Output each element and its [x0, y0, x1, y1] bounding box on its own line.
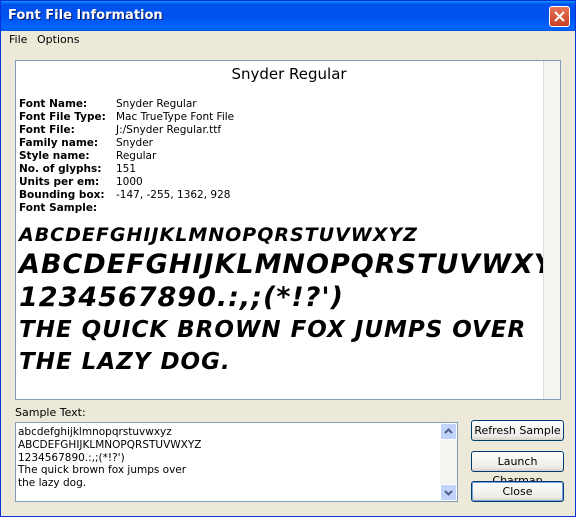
info-label: Units per em:	[19, 176, 100, 188]
preview-scrollbar[interactable]	[543, 61, 560, 399]
refresh-sample-button[interactable]: Refresh Sample	[471, 420, 564, 441]
sample-text-area[interactable]: abcdefghijklmnopqrstuvwxyz ABCDEFGHIJKLM…	[15, 422, 458, 502]
info-label: Font Name:	[19, 98, 88, 110]
font-display-name: Snyder Regular	[231, 65, 347, 83]
info-label: Font File Type:	[19, 111, 106, 123]
info-value: Snyder	[116, 137, 153, 149]
chevron-up-icon	[444, 428, 453, 434]
info-value: 151	[116, 163, 137, 175]
info-label: Font Sample:	[19, 202, 98, 214]
window-title: Font File Information	[8, 8, 163, 23]
menu-options[interactable]: Options	[37, 33, 79, 46]
info-value: -147, -255, 1362, 928	[116, 189, 231, 201]
info-value: Mac TrueType Font File	[116, 111, 235, 123]
sample-text-scrollbar[interactable]	[440, 423, 457, 501]
info-value: Snyder Regular	[116, 98, 197, 110]
sample-text-label: Sample Text:	[15, 406, 86, 419]
scroll-up-button[interactable]	[440, 423, 457, 440]
close-button[interactable]: Close	[471, 481, 564, 502]
close-window-button[interactable]	[549, 6, 570, 27]
chevron-down-icon	[444, 490, 453, 496]
info-label: Family name:	[19, 137, 99, 149]
menu-bar: File Options	[1, 31, 575, 49]
info-value: Regular	[116, 150, 157, 162]
font-sample-line: 1234567890.:,;(*!?')	[19, 282, 345, 313]
font-sample-line: THE LAZY DOG.	[19, 349, 231, 375]
font-preview-panel: Snyder Regular Font Name: Snyder Regular…	[15, 60, 561, 400]
title-bar[interactable]: Font File Information	[1, 1, 575, 31]
sample-text-content[interactable]: abcdefghijklmnopqrstuvwxyz ABCDEFGHIJKLM…	[18, 426, 438, 490]
info-label: Font File:	[19, 124, 75, 136]
menu-file[interactable]: File	[9, 33, 27, 46]
font-info-window: Font File Information File Options Snyde…	[0, 0, 576, 517]
close-icon	[554, 11, 565, 22]
font-sample-line: ABCDEFGHIJKLMNOPQRSTUVWXYZ	[19, 224, 418, 246]
info-value: 1000	[116, 176, 143, 188]
info-label: No. of glyphs:	[19, 163, 102, 175]
info-value: J:/Snyder Regular.ttf	[116, 124, 222, 136]
font-sample-line: ABCDEFGHIJKLMNOPQRSTUVWXYZ	[19, 249, 544, 280]
info-label: Style name:	[19, 150, 90, 162]
font-sample-line: THE QUICK BROWN FOX JUMPS OVER	[19, 317, 527, 343]
info-label: Bounding box:	[19, 189, 105, 201]
launch-charmap-button[interactable]: Launch Charmap	[471, 451, 564, 487]
scroll-down-button[interactable]	[440, 484, 457, 501]
